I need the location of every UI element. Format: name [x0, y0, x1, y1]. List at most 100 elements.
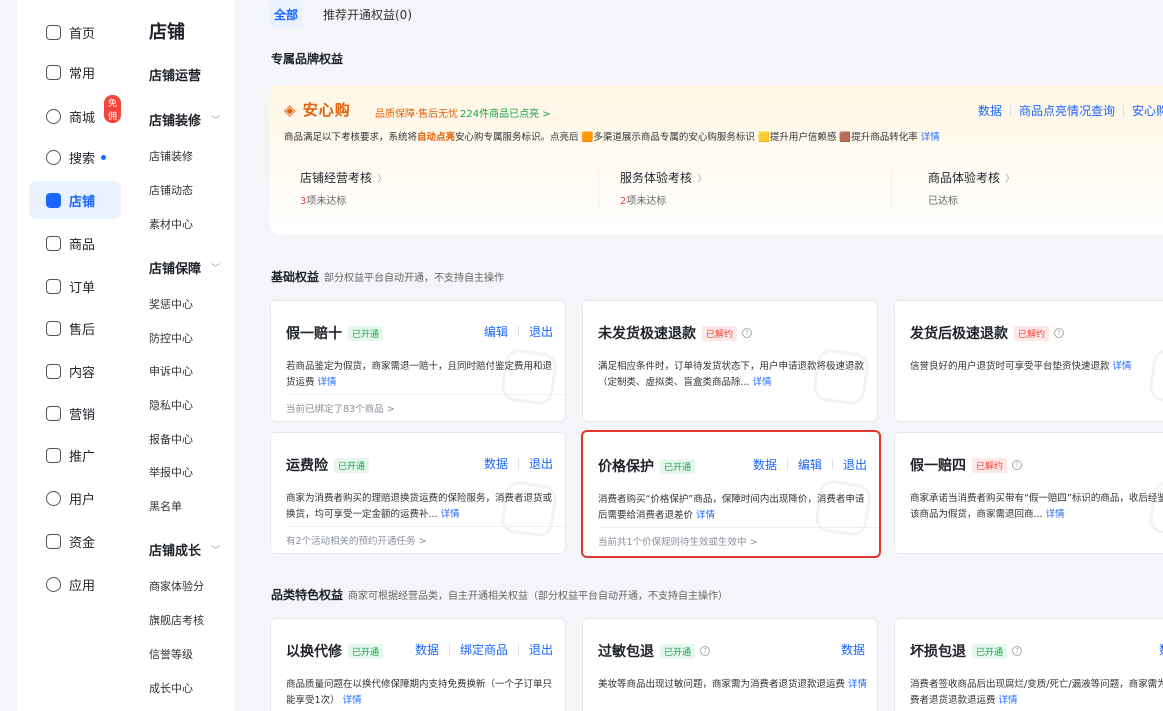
card-title: 过敏包退	[598, 644, 654, 660]
group-store-decoration[interactable]: 店铺装修 ﹀	[149, 110, 220, 129]
data-button[interactable]: 数据	[841, 641, 865, 658]
tab-recommend[interactable]: 推荐开通权益(0)	[323, 1, 412, 27]
service-experience-check[interactable]: 服务体验考核〉 2项未达标	[620, 169, 930, 207]
lit-goods-count-link[interactable]: 224件商品已点亮 >	[460, 105, 551, 120]
card-footer-link[interactable]: 当前共1个价保规则待生效或生效中 >	[598, 527, 879, 548]
sub-appeal-center[interactable]: 申诉中心	[149, 363, 193, 379]
anxingou-slogan: 品质保障·售后无忧	[375, 109, 459, 120]
benefit-card-shipping-insurance: 运费险 已开通 数据 退出 商家为消费者购买的理赔退换货运费的保险服务，消费者退货或…	[270, 432, 566, 554]
sub-material-center[interactable]: 素材中心	[149, 216, 193, 232]
data-button[interactable]: 数	[1159, 641, 1163, 658]
nav-search[interactable]: 搜索	[29, 138, 121, 176]
store-operation-check[interactable]: 店铺经营考核〉 3项未达标	[300, 169, 610, 207]
group-store-guarantee[interactable]: 店铺保障 ﹀	[149, 258, 220, 277]
nav-user-label: 用户	[69, 492, 96, 508]
card-desc-text: 信誉良好的用户退货时可享受平台垫资快速退款	[910, 361, 1110, 372]
detail-link[interactable]: 详情	[1113, 361, 1132, 372]
check-status: 项未达标	[306, 196, 347, 207]
nav-user[interactable]: 用户	[29, 479, 121, 517]
benefit-card-replace-instead-of-repair: 以换代修 已开通 数据 绑定商品 退出 商品质量问题在以换代修保障期内支持免费换新（一…	[270, 618, 566, 711]
divider	[517, 644, 519, 655]
nav-content-label: 内容	[69, 365, 96, 381]
sub-reward-penalty[interactable]: 奖惩中心	[149, 296, 193, 312]
help-icon[interactable]: ?	[1012, 646, 1023, 656]
sub-flagship-assessment[interactable]: 旗舰店考核	[149, 612, 204, 628]
nav-home[interactable]: 首页	[29, 13, 121, 51]
nav-store[interactable]: 店铺	[29, 181, 121, 219]
divider	[1122, 104, 1124, 117]
exit-button[interactable]: 退出	[529, 455, 553, 472]
card-description: 商品质量问题在以换代修保障期内支持免费换新（一个子订单只能享受1次） 详情	[286, 677, 558, 709]
nav-order[interactable]: 订单	[29, 267, 121, 305]
group-store-operation[interactable]: 店铺运营	[149, 65, 201, 84]
anxingou-detail-link[interactable]: 安心购详	[1132, 102, 1163, 119]
section-category-title: 品类特色权益 商家可根据经营品类，自主开通相关权益（部分权益平台自动开通，不支持自…	[271, 586, 728, 603]
sub-credit-level[interactable]: 信誉等级	[149, 646, 193, 662]
data-button[interactable]: 数据	[484, 455, 508, 472]
detail-link[interactable]: 详情	[753, 377, 772, 388]
detail-link[interactable]: 详情	[343, 695, 362, 706]
card-footer-link[interactable]: 当前已绑定了83个商品 >	[286, 394, 565, 415]
exit-button[interactable]: 退出	[529, 641, 553, 658]
mall-icon	[46, 108, 61, 124]
help-icon[interactable]: ?	[1012, 460, 1023, 470]
nav-common[interactable]: 常用	[29, 53, 121, 91]
nav-funds[interactable]: 资金	[29, 522, 121, 560]
sub-privacy-center[interactable]: 隐私中心	[149, 397, 193, 413]
goods-experience-check[interactable]: 商品体验考核〉 已达标	[928, 169, 1163, 207]
card-description: 满足相应条件时，订单待发货状态下，用户申请退款将极速退款（定制类、虚拟类、盲盒类…	[598, 359, 870, 391]
brand-data-link[interactable]: 数据	[978, 102, 1002, 119]
nav-marketing[interactable]: 营销	[29, 394, 121, 432]
group-store-growth[interactable]: 店铺成长 ﹀	[149, 540, 220, 559]
sub-store-decoration[interactable]: 店铺装修	[149, 148, 193, 164]
help-icon[interactable]: ?	[1054, 328, 1065, 338]
desc-detail-link[interactable]: 详情	[921, 132, 940, 143]
sub-report-filing[interactable]: 报备中心	[149, 431, 193, 447]
card-footer-link[interactable]: 有2个活动相关的预约开通任务 >	[286, 526, 565, 547]
brand-links: 数据 商品点亮情况查询 安心购详	[978, 102, 1163, 119]
sub-complaint-center[interactable]: 举报中心	[149, 464, 193, 480]
edit-button[interactable]: 编辑	[484, 323, 508, 340]
multi-channel-icon: 🟧	[581, 132, 594, 143]
nav-content[interactable]: 内容	[29, 352, 121, 390]
lit-status-query-link[interactable]: 商品点亮情况查询	[1019, 102, 1115, 119]
content-icon	[46, 363, 61, 379]
benefit-card-fake-one-pay-ten: 假一赔十 已开通 编辑 退出 若商品鉴定为假货，商家需退一赔十，且同时赔付鉴定费用和…	[270, 300, 566, 422]
bind-goods-button[interactable]: 绑定商品	[460, 641, 508, 658]
chevron-right-icon: 〉	[377, 174, 388, 185]
aftersale-icon	[46, 320, 61, 336]
detail-link[interactable]: 详情	[441, 509, 460, 520]
nav-goods[interactable]: 商品	[29, 224, 121, 262]
detail-link[interactable]: 详情	[999, 695, 1018, 706]
divider	[1009, 104, 1011, 117]
card-desc-text: 商家为消费者购买的理赔退换货运费的保险服务，消费者退货或换货，均可享受一定金额的…	[286, 493, 553, 520]
help-icon[interactable]: ?	[742, 328, 753, 338]
card-desc-text: 消费者购买“价格保护”商品，保障时间内出现降价，消费者申请后需要给消费者退差价	[598, 494, 865, 521]
nav-apps[interactable]: 应用	[29, 565, 121, 603]
help-icon[interactable]: ?	[700, 646, 711, 656]
sub-experience-score[interactable]: 商家体验分	[149, 578, 204, 594]
data-button[interactable]: 数据	[415, 641, 439, 658]
nav-promotion[interactable]: 推广	[29, 436, 121, 474]
data-button[interactable]: 数据	[753, 456, 777, 473]
sub-blacklist[interactable]: 黑名单	[149, 498, 182, 514]
sub-growth-center[interactable]: 成长中心	[149, 680, 193, 696]
sub-store-feed[interactable]: 店铺动态	[149, 182, 193, 198]
exit-button[interactable]: 退出	[843, 456, 867, 473]
exit-button[interactable]: 退出	[529, 323, 553, 340]
status-badge: 已开通	[660, 458, 696, 474]
tab-all[interactable]: 全部	[270, 1, 302, 27]
divider	[448, 644, 450, 655]
detail-link[interactable]: 详情	[848, 679, 867, 690]
nav-aftersale[interactable]: 售后	[29, 309, 121, 347]
order-icon	[46, 278, 61, 294]
card-description: 美妆等商品出现过敏问题，商家需为消费者退货退款退运费 详情	[598, 677, 870, 693]
edit-button[interactable]: 编辑	[798, 456, 822, 473]
anxingou-logo: ◈ 安心购	[284, 101, 351, 119]
detail-link[interactable]: 详情	[1046, 509, 1065, 520]
detail-link[interactable]: 详情	[696, 510, 715, 521]
sub-risk-control[interactable]: 防控中心	[149, 330, 193, 346]
detail-link[interactable]: 详情	[318, 377, 337, 388]
nav-mall[interactable]: 商城 免佣	[29, 95, 122, 135]
section-basic-note: 部分权益平台自动开通，不支持自主操作	[324, 273, 505, 284]
